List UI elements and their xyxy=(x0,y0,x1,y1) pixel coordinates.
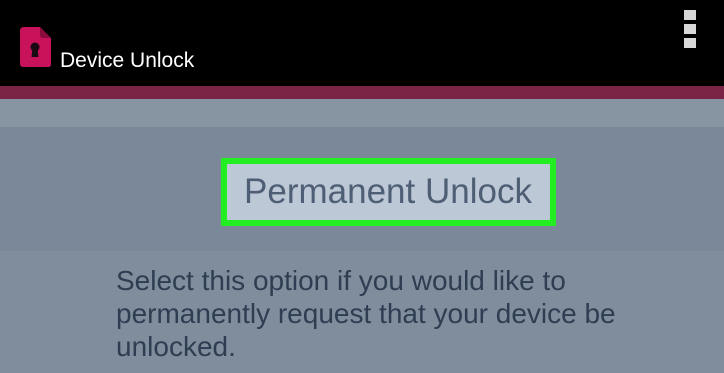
app-bar: Device Unlock xyxy=(0,0,724,86)
overflow-menu-icon[interactable] xyxy=(684,10,698,48)
permanent-unlock-button[interactable]: Permanent Unlock xyxy=(232,169,544,215)
app-title: Device Unlock xyxy=(60,49,195,72)
content-header-strip xyxy=(0,99,724,127)
accent-divider xyxy=(0,86,724,99)
sim-lock-icon xyxy=(18,26,52,68)
option-description: Select this option if you would like to … xyxy=(116,265,616,362)
